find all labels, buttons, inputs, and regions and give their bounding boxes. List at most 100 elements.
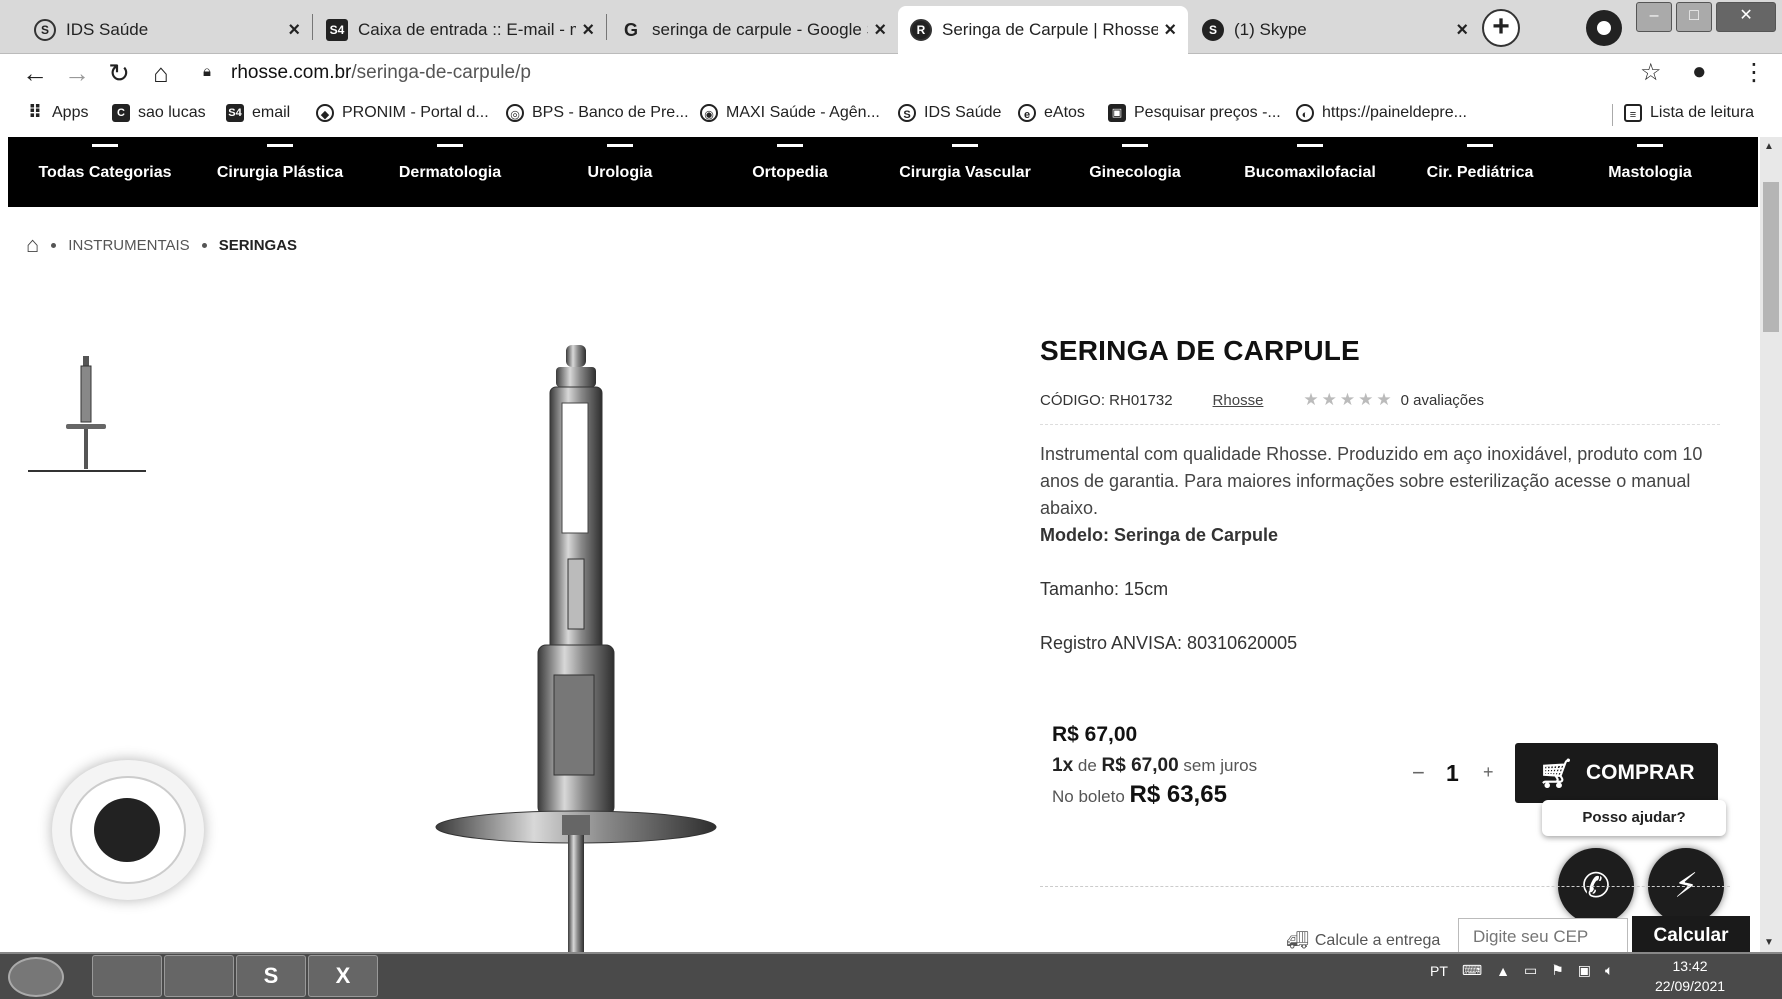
breadcrumb-separator [201, 242, 207, 248]
close-icon[interactable]: × [874, 19, 886, 42]
quantity-decrease-button[interactable]: − [1412, 760, 1425, 786]
reading-list[interactable]: ≡ Lista de leitura [1624, 104, 1754, 122]
category-todas[interactable]: Todas Categorias [30, 137, 180, 207]
reload-icon[interactable]: ↻ [104, 58, 134, 88]
category-mastologia[interactable]: Mastologia [1575, 137, 1725, 207]
skype-taskbar-icon[interactable]: S [236, 955, 306, 997]
product-code: CÓDIGO: RH01732 [1040, 391, 1173, 409]
minimize-button[interactable]: – [1636, 2, 1673, 32]
ids-saude-icon: S [898, 104, 916, 122]
menu-icon[interactable]: ⋮ [1742, 58, 1766, 87]
start-button-icon[interactable] [8, 957, 64, 997]
category-cirurgia-plastica[interactable]: Cirurgia Plástica [205, 137, 355, 207]
review-count[interactable]: 0 avaliações [1401, 392, 1484, 409]
category-label: Cir. Pediátrica [1426, 164, 1534, 181]
cep-input[interactable] [1458, 918, 1628, 956]
bookmark-sao-lucas[interactable]: Csao lucas [112, 104, 206, 122]
tab-email[interactable]: S4 Caixa de entrada :: E-mail - m × [314, 6, 606, 54]
category-ginecologia[interactable]: Ginecologia [1060, 137, 1210, 207]
tab-title: (1) Skype [1234, 20, 1307, 39]
maximize-button[interactable]: □ [1676, 2, 1713, 32]
breadcrumb-instrumentais[interactable]: INSTRUMENTAIS [68, 237, 189, 254]
window-close-button[interactable]: ✕ [1716, 2, 1776, 32]
category-cir-pediatrica[interactable]: Cir. Pediátrica [1405, 137, 1555, 207]
close-icon[interactable]: × [582, 19, 594, 42]
network-icon[interactable]: ▣ [1578, 962, 1591, 979]
reading-list-icon: ≡ [1624, 104, 1642, 122]
bookmark-eatos[interactable]: e eAtos [1018, 104, 1085, 122]
bookmark-ids-saude[interactable]: S IDS Saúde [898, 104, 1001, 122]
bookmark-email[interactable]: S4 email [226, 104, 290, 122]
bookmark-pronim[interactable]: ◆ PRONIM - Portal d... [316, 104, 489, 122]
new-tab-button[interactable]: + [1482, 9, 1520, 47]
volume-icon[interactable]: 🔈︎ [1605, 962, 1613, 979]
category-bucomaxilofacial[interactable]: Bucomaxilofacial [1230, 137, 1390, 207]
scroll-up-icon[interactable]: ▲ [1764, 141, 1774, 152]
scroll-down-icon[interactable]: ▼ [1764, 937, 1774, 948]
installment-value: R$ 67,00 [1101, 755, 1179, 776]
divider [1040, 886, 1730, 887]
account-icon[interactable]: ● [1692, 58, 1707, 86]
category-icon [777, 137, 803, 147]
taskbar-clock[interactable]: 13:42 22/09/2021 [1655, 956, 1725, 996]
product-price: R$ 67,00 [1052, 723, 1138, 746]
tray-expand-icon[interactable]: ▲ [1496, 963, 1510, 979]
bookmark-star-icon[interactable]: ☆ [1640, 58, 1662, 87]
lock-icon[interactable]: 🔒︎ [203, 63, 211, 80]
category-cirurgia-vascular[interactable]: Cirurgia Vascular [885, 137, 1045, 207]
bookmark-label: Pesquisar preços -... [1134, 104, 1281, 121]
forward-icon[interactable]: → [62, 58, 92, 88]
flag-icon[interactable]: ⚑ [1551, 962, 1564, 979]
location-pin-icon: ◉ [700, 104, 718, 122]
bookmark-pesquisar-precos[interactable]: ▣ Pesquisar preços -... [1108, 104, 1281, 122]
close-icon[interactable]: × [288, 19, 300, 42]
product-meta: CÓDIGO: RH01732 Rhosse ★★★★★ 0 avaliaçõe… [1040, 390, 1484, 410]
monitor-icon[interactable]: ▭ [1524, 962, 1537, 979]
product-thumbnail[interactable] [28, 352, 146, 472]
bookmark-bps[interactable]: ◎ BPS - Banco de Pre... [506, 104, 689, 122]
category-urologia[interactable]: Urologia [545, 137, 695, 207]
rating-stars-icon[interactable]: ★★★★★ [1303, 390, 1394, 410]
help-bubble[interactable]: Posso ajudar? [1542, 800, 1726, 836]
breadcrumb: ⌂ INSTRUMENTAIS SERINGAS [26, 232, 297, 258]
category-dermatologia[interactable]: Dermatologia [375, 137, 525, 207]
page-scrollbar[interactable]: ▲ ▼ [1760, 137, 1782, 952]
bookmark-paineldepre[interactable]: ◐ https://paineldepre... [1296, 104, 1467, 122]
tab-rhosse-active[interactable]: R Seringa de Carpule | Rhosse I × [898, 6, 1188, 54]
quantity-increase-button[interactable]: + [1483, 762, 1494, 783]
close-icon[interactable]: × [1456, 19, 1468, 42]
tab-title: IDS Saúde [66, 20, 149, 39]
boleto-label: No boleto [1052, 787, 1125, 806]
url-path: /seringa-de-carpule/p [351, 62, 531, 83]
category-ortopedia[interactable]: Ortopedia [715, 137, 865, 207]
tab-skype[interactable]: S (1) Skype × [1190, 6, 1480, 54]
bookmark-label: eAtos [1044, 104, 1085, 121]
quantity-value[interactable]: 1 [1446, 760, 1459, 787]
keyboard-icon[interactable]: ⌨ [1462, 962, 1482, 979]
address-bar[interactable]: rhosse.com.br/seringa-de-carpule/p [231, 62, 531, 84]
brand-link[interactable]: Rhosse [1213, 392, 1264, 409]
chrome-icon[interactable] [164, 955, 234, 997]
home-icon[interactable]: ⌂ [146, 58, 176, 88]
back-icon[interactable]: ← [20, 58, 50, 88]
close-icon[interactable]: × [1164, 19, 1176, 42]
tab-google-sheets[interactable]: G seringa de carpule - Google Sh × [608, 6, 898, 54]
bookmark-label: Apps [52, 104, 89, 121]
category-label: Ginecologia [1089, 164, 1181, 181]
home-icon[interactable]: ⌂ [26, 232, 39, 258]
calculate-shipping-button[interactable]: Calcular [1632, 916, 1750, 956]
window-controls: – □ ✕ [1636, 2, 1776, 32]
chat-widget[interactable] [52, 760, 204, 900]
buy-button[interactable]: 🛒︎ COMPRAR [1515, 743, 1718, 803]
file-explorer-icon[interactable] [92, 955, 162, 997]
scrollbar-thumb[interactable] [1763, 182, 1779, 332]
language-indicator[interactable]: PT [1430, 963, 1448, 979]
bookmark-maxi-saude[interactable]: ◉ MAXI Saúde - Agên... [700, 104, 880, 122]
boleto-price: No boleto R$ 63,65 [1052, 781, 1227, 809]
product-main-image[interactable] [420, 345, 740, 955]
bookmark-apps[interactable]: ⠿ Apps [26, 103, 89, 122]
profile-icon[interactable] [1586, 10, 1622, 46]
tab-ids-saude[interactable]: S IDS Saúde × [22, 6, 312, 54]
installments-info: 1x de R$ 67,00 sem juros [1052, 755, 1257, 777]
excel-icon[interactable]: X [308, 955, 378, 997]
